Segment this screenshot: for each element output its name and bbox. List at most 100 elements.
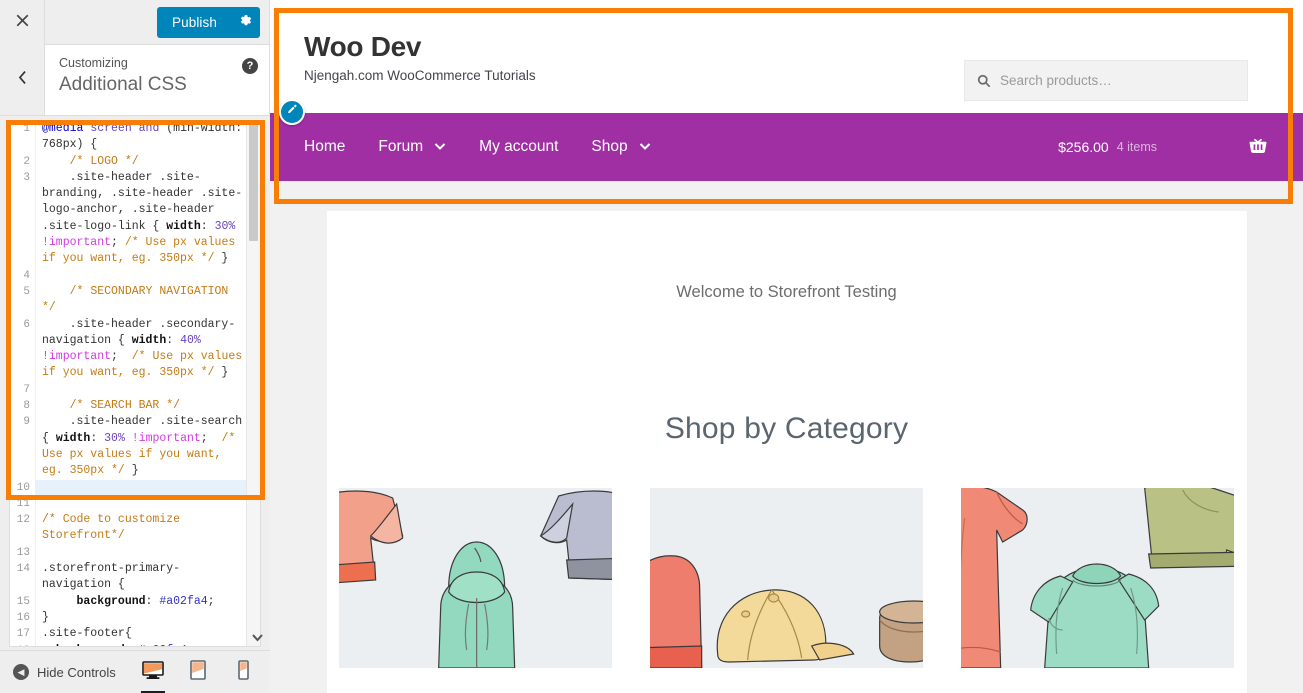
line-number: 10 <box>10 479 36 496</box>
code-line[interactable]: 5 /* SECONDARY NAVIGATION */ <box>10 283 260 317</box>
site-description: Njengah.com WooCommerce Tutorials <box>304 68 536 84</box>
code-line[interactable]: 15 background: #a02fa4; <box>10 593 260 610</box>
customizer-topbar: Publish <box>0 0 269 45</box>
code-line-text[interactable] <box>36 268 260 284</box>
code-line-text[interactable]: } <box>36 610 260 626</box>
line-number: 18 <box>10 642 36 646</box>
nav-item-forum[interactable]: Forum <box>378 138 446 156</box>
code-line-text[interactable]: /* SEARCH BAR */ <box>36 398 260 414</box>
code-line-text[interactable]: /* LOGO */ <box>36 154 260 170</box>
search-icon <box>977 74 991 88</box>
shopping-basket-icon[interactable] <box>1247 137 1269 157</box>
line-number: 9 <box>10 414 36 480</box>
site-preview-pane[interactable]: Woo Dev Njengah.com WooCommerce Tutorial… <box>270 0 1303 693</box>
code-line-text[interactable] <box>36 496 260 512</box>
primary-navigation: Home Forum My account Shop $256.00 4 items <box>270 99 1303 181</box>
code-line[interactable]: 10 <box>10 479 260 496</box>
edit-shortcut-button[interactable] <box>279 99 305 125</box>
editor-scroll-thumb[interactable] <box>249 123 258 241</box>
cart-summary[interactable]: $256.00 4 items <box>1058 113 1303 181</box>
category-tile-hats[interactable] <box>649 488 924 668</box>
page-title: Additional CSS <box>59 73 187 95</box>
code-line-text[interactable]: .site-header .site-search { width: 30% !… <box>36 414 260 479</box>
back-button[interactable] <box>0 45 45 115</box>
code-line[interactable]: 16} <box>10 609 260 627</box>
device-preview-desktop[interactable] <box>140 651 166 693</box>
code-line[interactable]: 7 <box>10 381 260 399</box>
pencil-edit-icon <box>286 103 298 121</box>
device-preview-tablet[interactable] <box>185 651 211 693</box>
help-icon[interactable]: ? <box>242 58 258 74</box>
code-line-text[interactable]: .site-header .site-branding, .site-heade… <box>36 170 260 268</box>
code-line-text[interactable]: .storefront-primary-navigation { <box>36 561 260 594</box>
line-number: 11 <box>10 495 36 513</box>
customizer-screen: Publish Customizing Additional CSS ? 1 @… <box>0 0 1303 693</box>
code-line-text[interactable]: .site-header .secondary-navigation { wid… <box>36 317 260 382</box>
code-line[interactable]: 4 <box>10 267 260 284</box>
line-number: 2 <box>10 153 36 170</box>
nav-item-label: Forum <box>378 138 424 155</box>
code-line-text[interactable]: /* Code to customize Storefront*/ <box>36 512 260 545</box>
nav-item-label: Shop <box>591 138 628 155</box>
code-line[interactable]: 6 .site-header .secondary-navigation { w… <box>10 316 260 382</box>
code-line-text[interactable]: /* SECONDARY NAVIGATION */ <box>36 284 260 317</box>
chevron-down-icon <box>639 142 651 153</box>
code-line-text[interactable]: @media screen and (min-width: 768px) { <box>36 121 260 154</box>
site-search[interactable] <box>964 60 1248 101</box>
line-number: 4 <box>10 267 36 284</box>
search-input[interactable] <box>1000 73 1235 88</box>
line-number: 14 <box>10 561 36 594</box>
publish-button[interactable]: Publish <box>157 7 230 38</box>
line-number: 16 <box>10 609 36 627</box>
cart-item-count: 4 items <box>1116 140 1157 154</box>
editor-scrollbar[interactable] <box>246 121 260 646</box>
gear-icon <box>238 13 253 33</box>
code-line-text[interactable]: background: #a02fa4; <box>36 643 260 647</box>
device-preview-mobile[interactable] <box>230 651 256 693</box>
publish-group[interactable]: Publish <box>157 7 260 38</box>
code-line-text[interactable] <box>36 382 260 398</box>
close-icon <box>15 13 30 33</box>
code-line[interactable]: 11 <box>10 495 260 513</box>
code-line[interactable]: 17 .site-footer{ <box>10 626 260 643</box>
collapse-arrow-icon: ◀ <box>13 664 29 680</box>
code-line[interactable]: 9 .site-header .site-search { width: 30%… <box>10 414 260 480</box>
publish-settings-button[interactable] <box>230 7 260 38</box>
css-editor-container: 1 @media screen and (min-width: 768px) {2… <box>0 117 270 650</box>
code-lines[interactable]: 1 @media screen and (min-width: 768px) {2… <box>10 121 260 647</box>
nav-item-shop[interactable]: Shop <box>591 138 650 156</box>
nav-item-my-account[interactable]: My account <box>479 138 558 156</box>
category-tile-tshirts[interactable] <box>961 488 1235 668</box>
code-line[interactable]: 8 /* SEARCH BAR */ <box>10 398 260 415</box>
line-number: 7 <box>10 381 36 399</box>
code-line-text[interactable] <box>36 480 260 496</box>
code-line[interactable]: 18 background: #a02fa4; <box>10 642 260 647</box>
hide-controls-button[interactable]: ◀ Hide Controls <box>0 664 116 680</box>
line-number: 17 <box>10 626 36 643</box>
code-line[interactable]: 12/* Code to customize Storefront*/ <box>10 512 260 545</box>
site-branding[interactable]: Woo Dev Njengah.com WooCommerce Tutorial… <box>304 32 536 84</box>
panel-scroll-down-icon[interactable] <box>251 631 264 644</box>
line-number: 3 <box>10 169 36 268</box>
category-grid <box>327 488 1247 668</box>
code-line[interactable]: 2 /* LOGO */ <box>10 153 260 170</box>
customizer-sidebar: Publish Customizing Additional CSS ? 1 @… <box>0 0 270 693</box>
css-code-editor[interactable]: 1 @media screen and (min-width: 768px) {2… <box>9 120 261 647</box>
chevron-left-icon <box>16 69 29 91</box>
code-line-text[interactable] <box>36 545 260 561</box>
nav-item-label: My account <box>479 138 559 155</box>
code-line[interactable]: 1 @media screen and (min-width: 768px) { <box>10 121 260 154</box>
mobile-icon <box>237 659 249 685</box>
code-line[interactable]: 13 <box>10 544 260 562</box>
nav-menu[interactable]: Home Forum My account Shop <box>304 138 684 156</box>
category-tile-hoodies[interactable] <box>338 488 612 668</box>
customizer-panel-header: Customizing Additional CSS ? <box>0 45 269 116</box>
code-line-text[interactable]: .site-footer{ <box>36 626 260 642</box>
site-title[interactable]: Woo Dev <box>304 32 536 62</box>
close-customizer-button[interactable] <box>0 0 45 45</box>
code-line-text[interactable]: background: #a02fa4; <box>36 594 260 610</box>
nav-item-home[interactable]: Home <box>304 138 345 156</box>
code-line[interactable]: 14 .storefront-primary-navigation { <box>10 561 260 594</box>
code-line[interactable]: 3 .site-header .site-branding, .site-hea… <box>10 169 260 268</box>
cart-amount: $256.00 <box>1058 139 1109 155</box>
